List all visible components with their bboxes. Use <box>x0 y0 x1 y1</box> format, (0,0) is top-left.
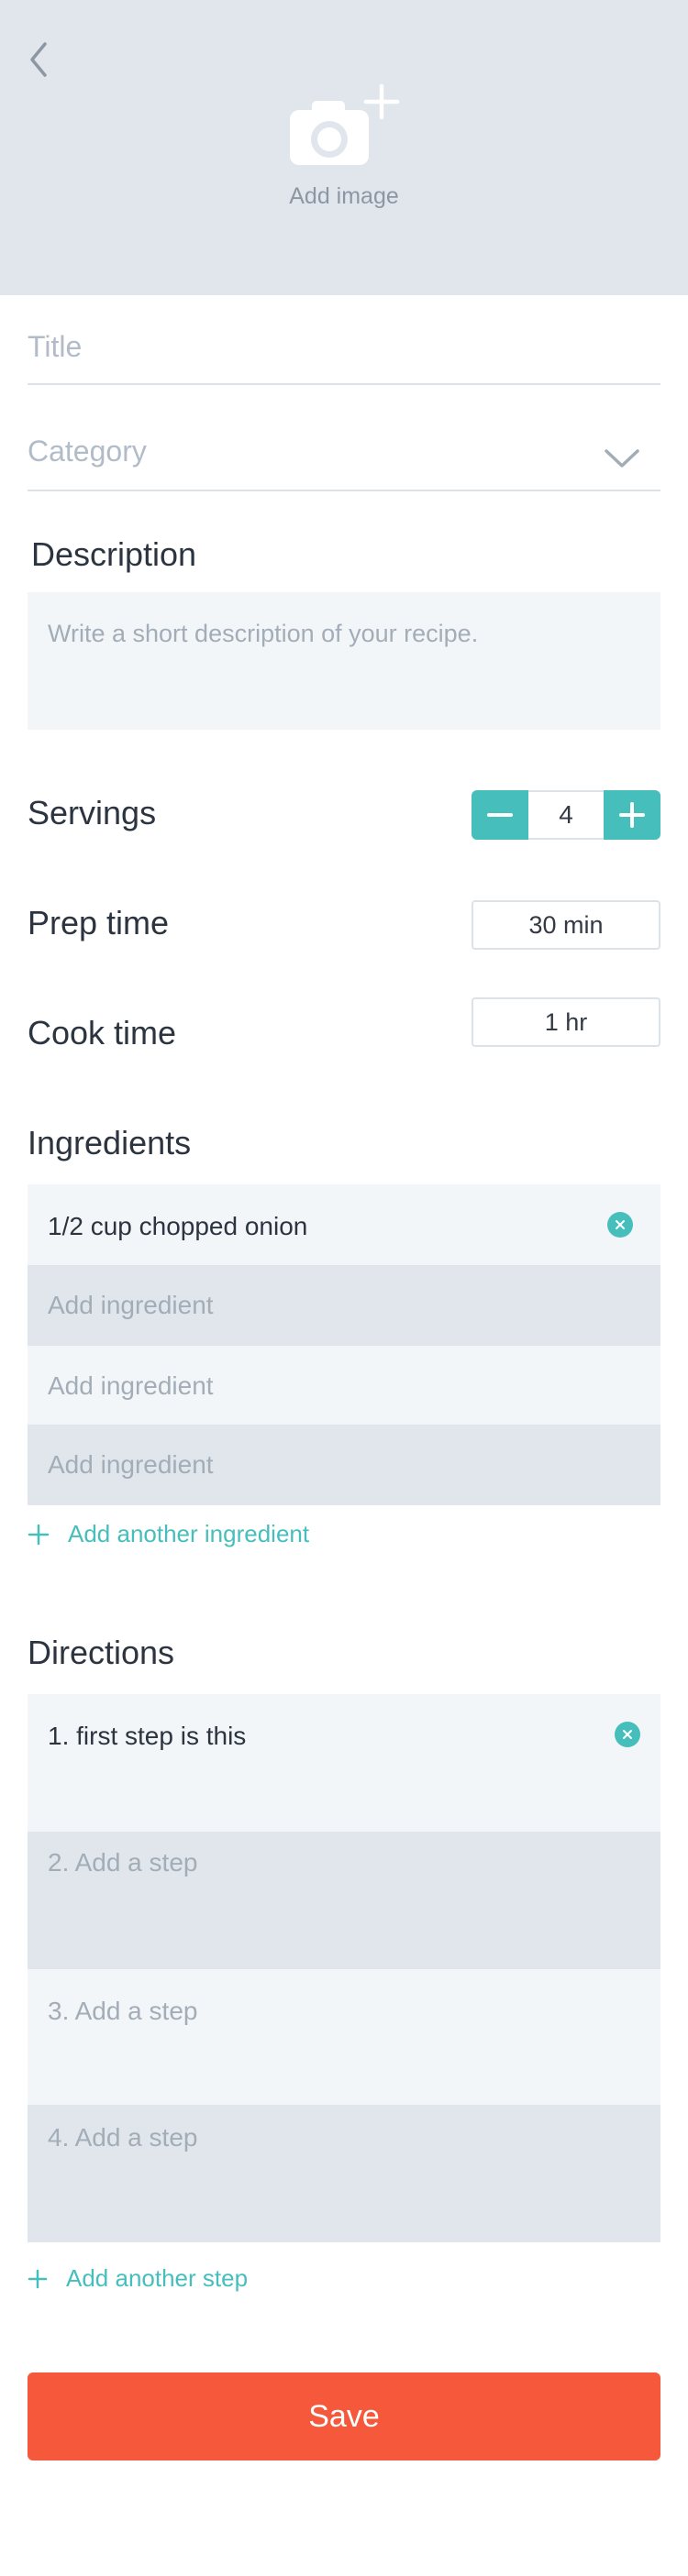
chevron-down-icon <box>605 449 639 468</box>
increase-servings-button[interactable] <box>604 790 660 840</box>
plus-icon <box>28 1524 50 1546</box>
add-step-label: Add another step <box>66 2264 249 2292</box>
remove-ingredient-button[interactable] <box>607 1212 633 1238</box>
ingredient-text: 1/2 cup chopped onion <box>48 1212 308 1240</box>
ingredient-row[interactable]: Add ingredient <box>28 1425 660 1505</box>
remove-step-button[interactable] <box>615 1722 640 1747</box>
step-placeholder: 4. Add a step <box>48 2123 198 2152</box>
ingredient-placeholder: Add ingredient <box>48 1450 214 1479</box>
servings-label: Servings <box>28 794 157 831</box>
direction-step[interactable]: 3. Add a step <box>28 1969 660 2105</box>
ingredients-title: Ingredients <box>28 1124 192 1161</box>
description-field[interactable] <box>28 592 660 730</box>
ingredient-row[interactable]: Add ingredient <box>28 1265 660 1346</box>
close-icon <box>623 1730 632 1739</box>
step-placeholder: 3. Add a step <box>48 1997 198 2025</box>
close-icon <box>616 1220 625 1229</box>
title-input[interactable] <box>28 330 660 364</box>
category-select[interactable]: Category <box>28 435 660 491</box>
servings-stepper: 4 <box>472 790 660 840</box>
step-text: 1. first step is this <box>48 1722 247 1750</box>
camera-plus-icon <box>290 83 400 165</box>
plus-icon <box>619 802 645 828</box>
plus-icon <box>28 2269 48 2289</box>
image-header: Add image <box>0 0 688 295</box>
step-placeholder: 2. Add a step <box>48 1848 198 1877</box>
ingredient-placeholder: Add ingredient <box>48 1371 214 1400</box>
minus-icon <box>487 813 513 817</box>
cook-time-input[interactable]: 1 hr <box>472 997 660 1047</box>
prep-time-input[interactable]: 30 min <box>472 900 660 950</box>
title-field[interactable] <box>28 330 660 385</box>
description-input[interactable] <box>48 620 640 702</box>
servings-value[interactable]: 4 <box>528 790 604 840</box>
add-step-button[interactable]: Add another step <box>28 2264 248 2293</box>
direction-step[interactable]: 4. Add a step <box>28 2105 660 2242</box>
direction-step[interactable]: 1. first step is this <box>28 1694 660 1832</box>
chevron-left-icon <box>30 42 47 77</box>
directions-title: Directions <box>28 1634 175 1671</box>
category-placeholder: Category <box>28 435 147 468</box>
prep-time-label: Prep time <box>28 904 170 941</box>
ingredient-placeholder: Add ingredient <box>48 1291 214 1319</box>
cook-time-label: Cook time <box>28 1014 177 1051</box>
ingredient-row[interactable]: 1/2 cup chopped onion <box>28 1184 660 1265</box>
decrease-servings-button[interactable] <box>472 790 528 840</box>
description-label: Description <box>31 535 197 573</box>
save-button[interactable]: Save <box>28 2372 660 2460</box>
direction-step[interactable]: 2. Add a step <box>28 1832 660 1969</box>
add-ingredient-label: Add another ingredient <box>68 1520 310 1547</box>
add-ingredient-button[interactable]: Add another ingredient <box>28 1520 309 1548</box>
back-button[interactable] <box>20 37 57 83</box>
ingredient-row[interactable]: Add ingredient <box>28 1346 660 1425</box>
add-image-label: Add image <box>289 183 399 209</box>
add-image-button[interactable]: Add image <box>275 83 413 215</box>
